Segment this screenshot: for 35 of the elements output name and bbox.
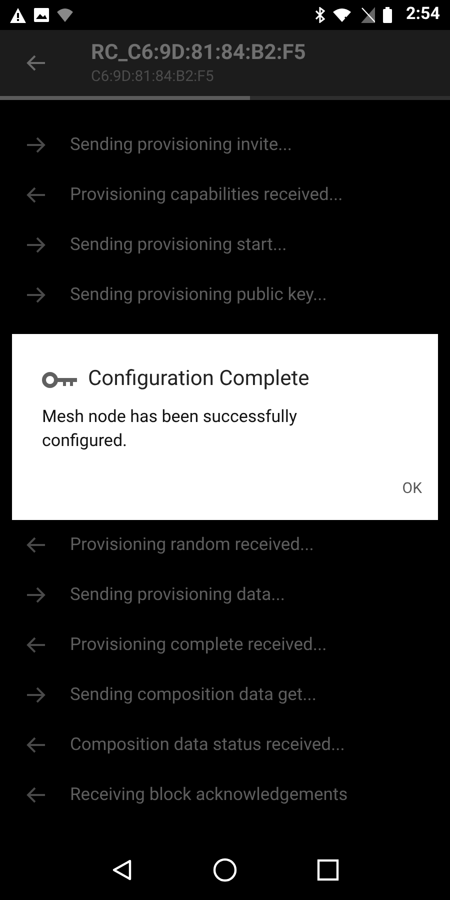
dialog-title: Configuration Complete [88,366,310,393]
log-entry: Sending provisioning public key... [70,284,327,307]
clock: 2:54 [406,3,440,26]
log-entry: Sending provisioning data... [70,584,285,607]
left-arrow-icon [25,786,47,804]
log-entry: Provisioning complete received... [70,634,327,657]
log-entry: Sending composition data get... [70,684,316,707]
image-icon [34,8,49,22]
ok-button[interactable]: OK [400,471,424,506]
left-arrow-icon [25,186,47,204]
bluetooth-icon [314,7,325,23]
key-icon [42,370,78,389]
battery-icon [382,7,392,23]
circle-home-icon [212,858,237,882]
log-entry: Provisioning capabilities received... [70,184,343,207]
right-arrow-icon [25,136,47,154]
dialog-message: Mesh node has been successfully configured. [42,406,298,452]
toolbar-title: RC_C6:9D:81:84:B2:F5 [91,40,306,66]
right-arrow-icon [25,686,47,704]
warning-icon [10,8,26,22]
right-arrow-icon [25,236,47,254]
no-sim-icon [360,7,375,23]
log-entry: Composition data status received... [70,734,345,757]
square-recents-icon [317,859,340,881]
left-arrow-icon [25,636,47,654]
log-entry: Sending provisioning invite... [70,134,292,157]
log-entry: Sending provisioning start... [70,234,287,257]
left-arrow-icon [25,536,47,554]
right-arrow-icon [25,586,47,604]
right-arrow-icon [25,286,47,304]
left-arrow-icon [25,736,47,754]
log-entry: Provisioning random received... [70,534,314,557]
log-entry: Receiving block acknowledgements [70,784,348,807]
triangle-back-icon [112,859,132,881]
back-arrow-icon [25,54,47,72]
